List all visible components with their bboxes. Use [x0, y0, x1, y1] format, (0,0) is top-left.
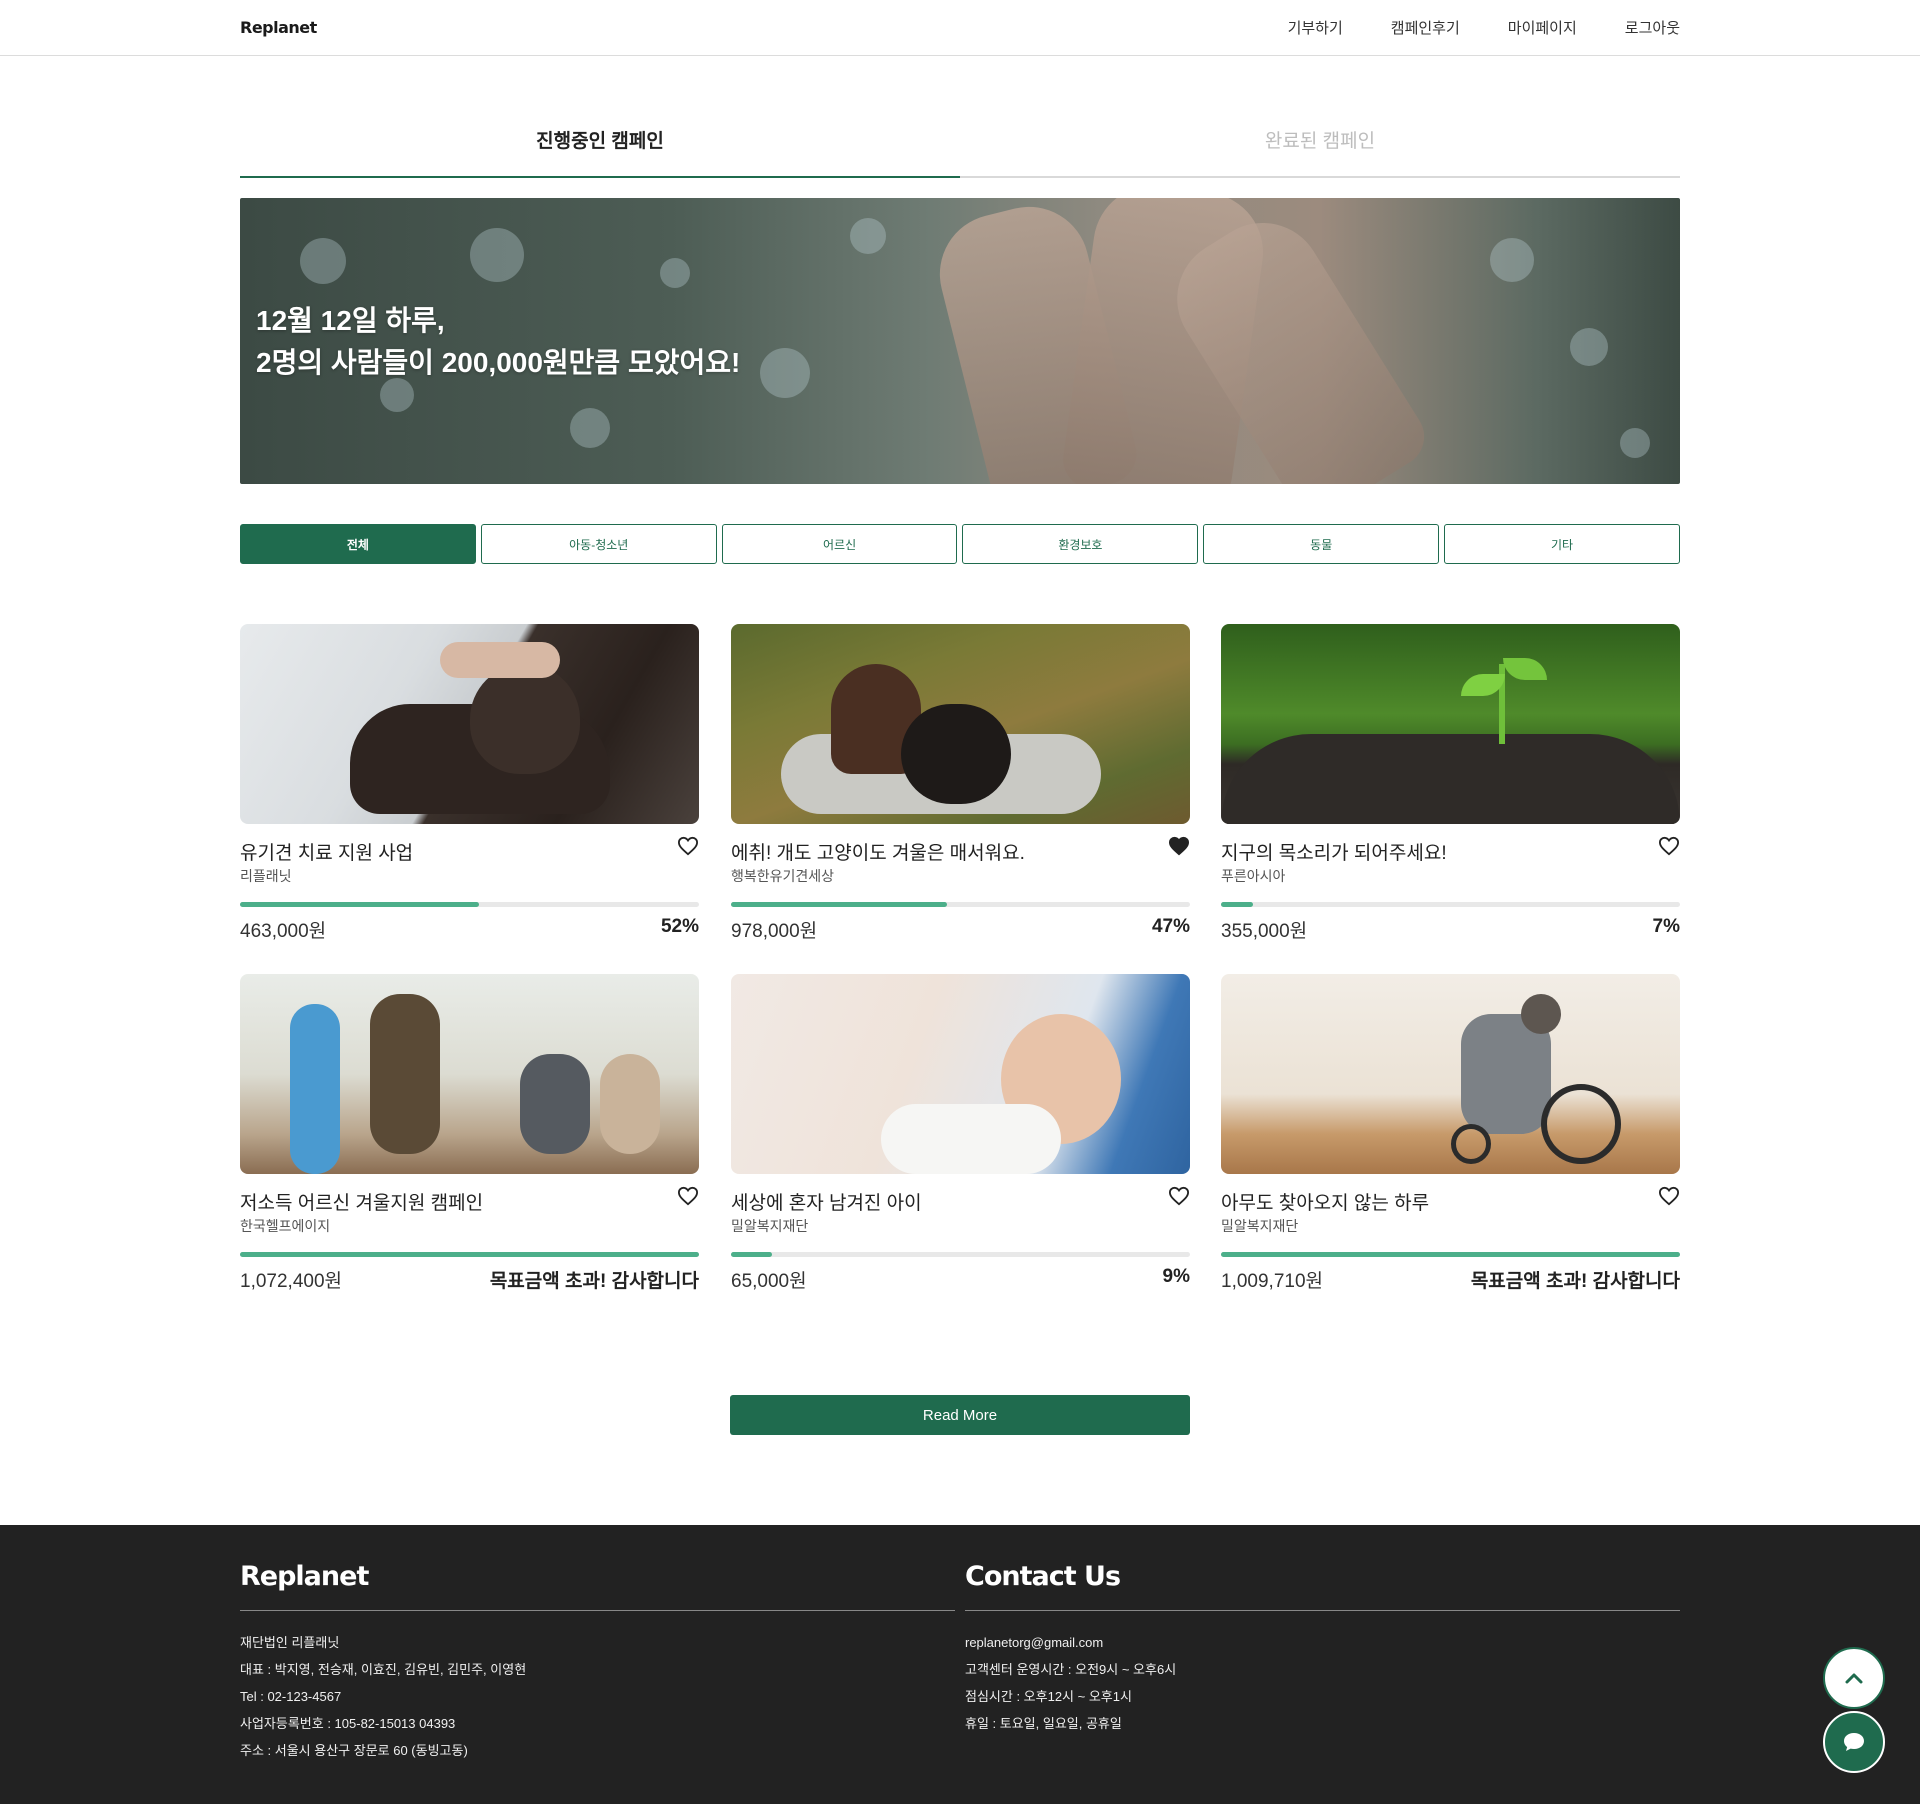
progress-fill [1221, 1252, 1680, 1257]
footer-company-name: 재단법인 리플래닛 [240, 1635, 340, 1650]
filter-all[interactable]: 전체 [240, 524, 476, 564]
campaign-progress-status: 7% [1652, 916, 1680, 937]
filter-animals[interactable]: 동물 [1203, 524, 1440, 564]
tab-completed[interactable]: 완료된 캠페인 [960, 100, 1680, 178]
tab-ongoing[interactable]: 진행중인 캠페인 [240, 100, 960, 178]
campaign-image-seedling-in-soil[interactable] [1221, 624, 1680, 824]
campaign-organization: 밀알복지재단 [1221, 1218, 1299, 1234]
campaign-card[interactable]: 저소득 어르신 겨울지원 캠페인 한국헬프에이지 1,072,400원 목표금액… [240, 974, 699, 1304]
campaign-card[interactable]: 에취! 개도 고양이도 겨울은 매서워요. 행복한유기견세상 978,000원 … [731, 624, 1190, 954]
campaign-amount: 65,000원 [731, 1271, 807, 1292]
footer-business-number: 사업자등록번호 : 105-82-15013 04393 [240, 1716, 456, 1731]
campaign-amount: 1,072,400원 [240, 1271, 343, 1292]
campaign-progress-status: 47% [1151, 916, 1190, 937]
campaign-tabs: 진행중인 캠페인 완료된 캠페인 [240, 100, 1680, 178]
campaign-title[interactable]: 에취! 개도 고양이도 겨울은 매서워요. [731, 838, 1025, 865]
footer-service-hours: 고객센터 운영시간 : 오전9시 ~ 오후6시 [965, 1662, 1177, 1677]
site-logo[interactable]: Replanet [240, 18, 317, 37]
nav-campaign-reviews[interactable]: 캠페인후기 [1391, 17, 1460, 38]
progress-bar [240, 902, 699, 907]
campaign-card[interactable]: 유기견 치료 지원 사업 리플래닛 463,000원 52% [240, 624, 699, 954]
chat-button[interactable] [1823, 1711, 1885, 1773]
progress-bar [1221, 1252, 1680, 1257]
heart-icon[interactable] [677, 836, 699, 856]
campaign-card[interactable]: 아무도 찾아오지 않는 하루 밀알복지재단 1,009,710원 목표금액 초과… [1221, 974, 1680, 1304]
footer-logo: Replanet [240, 1561, 955, 1611]
progress-bar [731, 1252, 1190, 1257]
campaign-image-dogs-with-blanket[interactable] [731, 624, 1190, 824]
campaign-organization: 리플래닛 [240, 868, 292, 884]
chevron-up-icon [1845, 1673, 1863, 1684]
campaign-amount: 355,000원 [1221, 921, 1308, 942]
footer-address: 주소 : 서울시 용산구 장문로 60 (동빙고동) [240, 1743, 468, 1758]
hero-line-1: 12월 12일 하루, [256, 305, 445, 336]
hero-message: 12월 12일 하루, 2명의 사람들이 200,000원만큼 모았어요! [256, 300, 740, 384]
progress-bar [731, 902, 1190, 907]
read-more-button[interactable]: Read More [730, 1395, 1190, 1435]
chat-bubble-icon [1844, 1733, 1864, 1751]
campaign-amount: 978,000원 [731, 921, 818, 942]
site-header: Replanet 기부하기 캠페인후기 마이페이지 로그아웃 [0, 0, 1920, 56]
category-filters: 전체 아동-청소년 어르신 환경보호 동물 기타 [240, 524, 1680, 564]
footer-holidays: 휴일 : 토요일, 일요일, 공휴일 [965, 1716, 1122, 1731]
site-footer: Replanet 재단법인 리플래닛 대표 : 박지영, 전승재, 이효진, 김… [0, 1525, 1920, 1804]
campaign-image-elderly-care-home[interactable] [240, 974, 699, 1174]
filter-other[interactable]: 기타 [1444, 524, 1680, 564]
campaign-progress-status: 목표금액 초과! 감사합니다 [1470, 1271, 1680, 1292]
campaign-amount: 463,000원 [240, 921, 327, 942]
campaign-title[interactable]: 지구의 목소리가 되어주세요! [1221, 838, 1447, 865]
filter-children-youth[interactable]: 아동-청소년 [480, 524, 717, 564]
campaign-title[interactable]: 아무도 찾아오지 않는 하루 [1221, 1188, 1429, 1215]
campaign-organization: 밀알복지재단 [731, 1218, 809, 1234]
footer-tel: Tel : 02-123-4567 [240, 1689, 342, 1704]
campaign-image-wheelchair-by-window[interactable] [1221, 974, 1680, 1174]
heart-icon[interactable] [677, 1186, 699, 1206]
footer-company-info: Replanet 재단법인 리플래닛 대표 : 박지영, 전승재, 이효진, 김… [240, 1561, 955, 1764]
progress-bar [240, 1252, 699, 1257]
nav-logout[interactable]: 로그아웃 [1625, 17, 1680, 38]
main-nav: 기부하기 캠페인후기 마이페이지 로그아웃 [1288, 17, 1680, 38]
filter-elderly[interactable]: 어르신 [721, 524, 958, 564]
campaign-organization: 푸른아시아 [1221, 868, 1286, 884]
campaign-progress-status: 9% [1162, 1266, 1190, 1287]
campaign-card[interactable]: 세상에 혼자 남겨진 아이 밀알복지재단 65,000원 9% [731, 974, 1190, 1304]
footer-lunch-hours: 점심시간 : 오후12시 ~ 오후1시 [965, 1689, 1132, 1704]
progress-fill [1221, 902, 1254, 907]
campaign-image-newborn-baby[interactable] [731, 974, 1190, 1174]
footer-representatives: 대표 : 박지영, 전승재, 이효진, 김유빈, 김민주, 이영현 [240, 1662, 527, 1677]
campaign-image-dog-at-vet[interactable] [240, 624, 699, 824]
campaign-progress-status: 52% [660, 916, 699, 937]
campaign-title[interactable]: 세상에 혼자 남겨진 아이 [731, 1188, 922, 1215]
footer-contact-title: Contact Us [965, 1561, 1680, 1611]
campaign-title[interactable]: 저소득 어르신 겨울지원 캠페인 [240, 1188, 483, 1215]
progress-bar [1221, 902, 1680, 907]
campaign-organization: 행복한유기견세상 [731, 868, 835, 884]
heart-icon[interactable] [1168, 1186, 1190, 1206]
filter-environment[interactable]: 환경보호 [962, 524, 1199, 564]
footer-email[interactable]: replanetorg@gmail.com [965, 1629, 1680, 1656]
progress-fill [240, 902, 479, 907]
nav-donate[interactable]: 기부하기 [1288, 17, 1343, 38]
heart-icon[interactable] [1658, 836, 1680, 856]
campaign-title[interactable]: 유기견 치료 지원 사업 [240, 838, 413, 865]
scroll-top-button[interactable] [1823, 1647, 1885, 1709]
progress-fill [240, 1252, 699, 1257]
progress-fill [731, 902, 947, 907]
campaign-progress-status: 목표금액 초과! 감사합니다 [489, 1271, 699, 1292]
hero-banner: 12월 12일 하루, 2명의 사람들이 200,000원만큼 모았어요! [240, 198, 1680, 484]
footer-contact: Contact Us replanetorg@gmail.com 고객센터 운영… [965, 1561, 1680, 1737]
heart-icon[interactable] [1658, 1186, 1680, 1206]
campaign-organization: 한국헬프에이지 [240, 1218, 331, 1234]
progress-fill [731, 1252, 773, 1257]
campaign-amount: 1,009,710원 [1221, 1271, 1324, 1292]
campaign-card[interactable]: 지구의 목소리가 되어주세요! 푸른아시아 355,000원 7% [1221, 624, 1680, 954]
hero-line-2: 2명의 사람들이 200,000원만큼 모았어요! [256, 347, 741, 378]
nav-mypage[interactable]: 마이페이지 [1508, 17, 1577, 38]
heart-icon[interactable] [1168, 836, 1190, 856]
